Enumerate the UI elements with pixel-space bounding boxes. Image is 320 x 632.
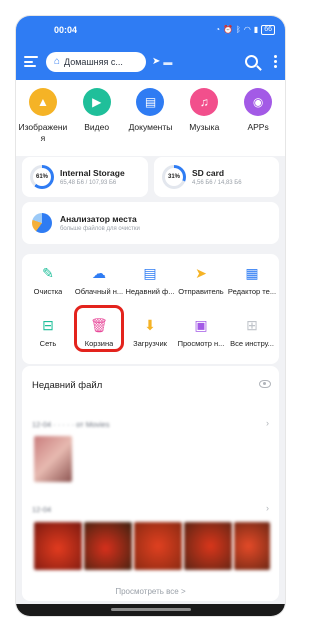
app-bar: ⌂ Домашняя с... ➤ ▬ (16, 43, 285, 80)
recent-thumbnail[interactable] (34, 522, 82, 570)
breadcrumb-arrow-icon[interactable]: ➤ (152, 56, 160, 67)
view-all-link[interactable]: Просмотреть все > (22, 587, 279, 596)
sd-card-usage: 4,56 Б6 / 14,83 Б6 (192, 180, 242, 186)
chevron-right-icon[interactable]: › (266, 503, 269, 513)
category-apps[interactable]: ◉ APPs (233, 88, 283, 156)
recent-files-card: Недавний файл 12-04 · · · · · от Movies … (22, 366, 279, 601)
recent-group-label: 12-04 (32, 505, 52, 514)
tool-recent-files[interactable]: ▤ Недавний ф... (125, 264, 175, 297)
tool-cloud[interactable]: ☁ Облачный н... (74, 264, 124, 297)
internal-storage-percent: 61% (33, 168, 51, 186)
tool-sender[interactable]: ➤ Отправитель (176, 264, 226, 297)
sd-card-percent: 31% (165, 168, 183, 186)
recent-file-icon: ▤ (143, 264, 157, 281)
status-icons: ◔ ⏰ ᛒ ◠ ▮ 66 (215, 24, 275, 35)
home-indicator[interactable] (111, 608, 191, 611)
recent-thumbnail[interactable] (134, 522, 182, 570)
category-label: Документы (128, 122, 173, 132)
network-icon: ⊟ (42, 316, 54, 333)
recent-thumbnail[interactable] (184, 522, 232, 570)
internal-storage-ring: 61% (30, 165, 54, 189)
internal-storage-usage: 65,48 Б6 / 107,93 Б6 (60, 180, 117, 186)
viewer-icon: ▣ (194, 316, 208, 333)
space-analyzer-card[interactable]: Анализатор места больше файлов для очист… (22, 202, 279, 244)
recent-files-title: Недавний файл (32, 380, 103, 391)
tool-label: Недавний ф... (125, 287, 175, 296)
category-label: APPs (247, 122, 269, 132)
notification-icon: ◔ (215, 25, 221, 34)
category-video[interactable]: ▶ Видео (72, 88, 122, 156)
sd-card-card[interactable]: 31% SD card 4,56 Б6 / 14,83 Б6 (154, 157, 279, 197)
download-icon: ⬇ (144, 316, 156, 333)
analyzer-title: Анализатор места (60, 214, 137, 224)
internal-storage-card[interactable]: 61% Internal Storage 65,48 Б6 / 107,93 Б… (22, 157, 148, 197)
category-bar: ▲ Изображени я ▶ Видео ▤ Документы ♫ Муз… (16, 80, 285, 156)
recent-thumbnail[interactable] (84, 522, 132, 570)
highlight-box (74, 305, 124, 352)
home-icon: ⌂ (54, 56, 61, 67)
cloud-icon: ☁ (92, 264, 106, 281)
category-label: Музыка (189, 122, 220, 132)
eye-icon[interactable] (259, 380, 271, 388)
broom-icon: ✎ (42, 264, 54, 281)
tool-label: Загрузчик (133, 339, 167, 348)
tool-downloader[interactable]: ⬇ Загрузчик (125, 316, 175, 349)
signal-icon: ▮ (253, 25, 259, 34)
document-icon: ▤ (136, 88, 165, 116)
internal-storage-title: Internal Storage (60, 168, 125, 178)
analyzer-subtitle: больше файлов для очистки (60, 226, 140, 232)
menu-icon[interactable] (24, 56, 38, 67)
recent-thumbnail[interactable] (234, 522, 270, 570)
sd-card-ring: 31% (162, 165, 186, 189)
category-images[interactable]: ▲ Изображени я (18, 88, 68, 156)
tool-label: Сеть (39, 339, 57, 348)
alarm-icon: ⏰ (223, 25, 233, 34)
wifi-icon: ◠ (243, 25, 251, 34)
more-options-icon[interactable] (274, 55, 277, 68)
tool-text-editor[interactable]: ▦ Редактор те... (227, 264, 277, 297)
tool-all-tools[interactable]: ⊞ Все инстру... (227, 316, 277, 349)
category-label: Видео (84, 122, 110, 132)
phone-screen: 00:04 ◔ ⏰ ᛒ ◠ ▮ 66 ⌂ Домашняя с... ➤ ▬ ▲… (16, 16, 285, 616)
text-editor-icon: ▦ (245, 264, 259, 281)
status-time: 00:04 (54, 24, 78, 35)
tools-grid: ✎ Очистка ☁ Облачный н... ▤ Недавний ф..… (22, 254, 279, 364)
tool-network[interactable]: ⊟ Сеть (23, 316, 73, 349)
status-bar: 00:04 ◔ ⏰ ᛒ ◠ ▮ 66 (16, 16, 285, 43)
send-icon: ➤ (195, 264, 207, 281)
recent-group-label: 12-04 · · · · · от Movies (32, 420, 110, 429)
pie-chart-icon (32, 213, 52, 233)
tool-label: Облачный н... (74, 287, 124, 296)
breadcrumb-label: Домашняя с... (64, 56, 123, 67)
breadcrumb[interactable]: ⌂ Домашняя с... (46, 51, 146, 72)
chevron-right-icon[interactable]: › (266, 418, 269, 428)
tool-label: Редактор те... (227, 287, 277, 296)
category-music[interactable]: ♫ Музыка (179, 88, 229, 156)
grid-icon: ⊞ (246, 316, 258, 333)
tool-label: Очистка (33, 287, 63, 296)
battery-icon: 66 (261, 24, 275, 35)
category-label: Изображени я (18, 122, 68, 143)
bluetooth-icon: ᛒ (236, 25, 241, 34)
tool-label: Просмотр н... (177, 339, 225, 348)
category-documents[interactable]: ▤ Документы (125, 88, 175, 156)
music-icon: ♫ (190, 88, 219, 116)
tool-cleaner[interactable]: ✎ Очистка (23, 264, 73, 297)
image-icon: ▲ (28, 88, 57, 116)
video-icon: ▶ (82, 88, 111, 116)
tool-viewer[interactable]: ▣ Просмотр н... (176, 316, 226, 349)
search-icon[interactable] (245, 55, 258, 68)
sd-card-title: SD card (192, 168, 225, 178)
android-icon: ◉ (244, 88, 273, 116)
system-nav-bar (16, 604, 285, 616)
folder-icon[interactable]: ▬ (163, 57, 172, 67)
tool-label: Все инстру... (230, 339, 274, 348)
recent-thumbnail[interactable] (34, 436, 72, 482)
tool-label: Отправитель (178, 287, 224, 296)
